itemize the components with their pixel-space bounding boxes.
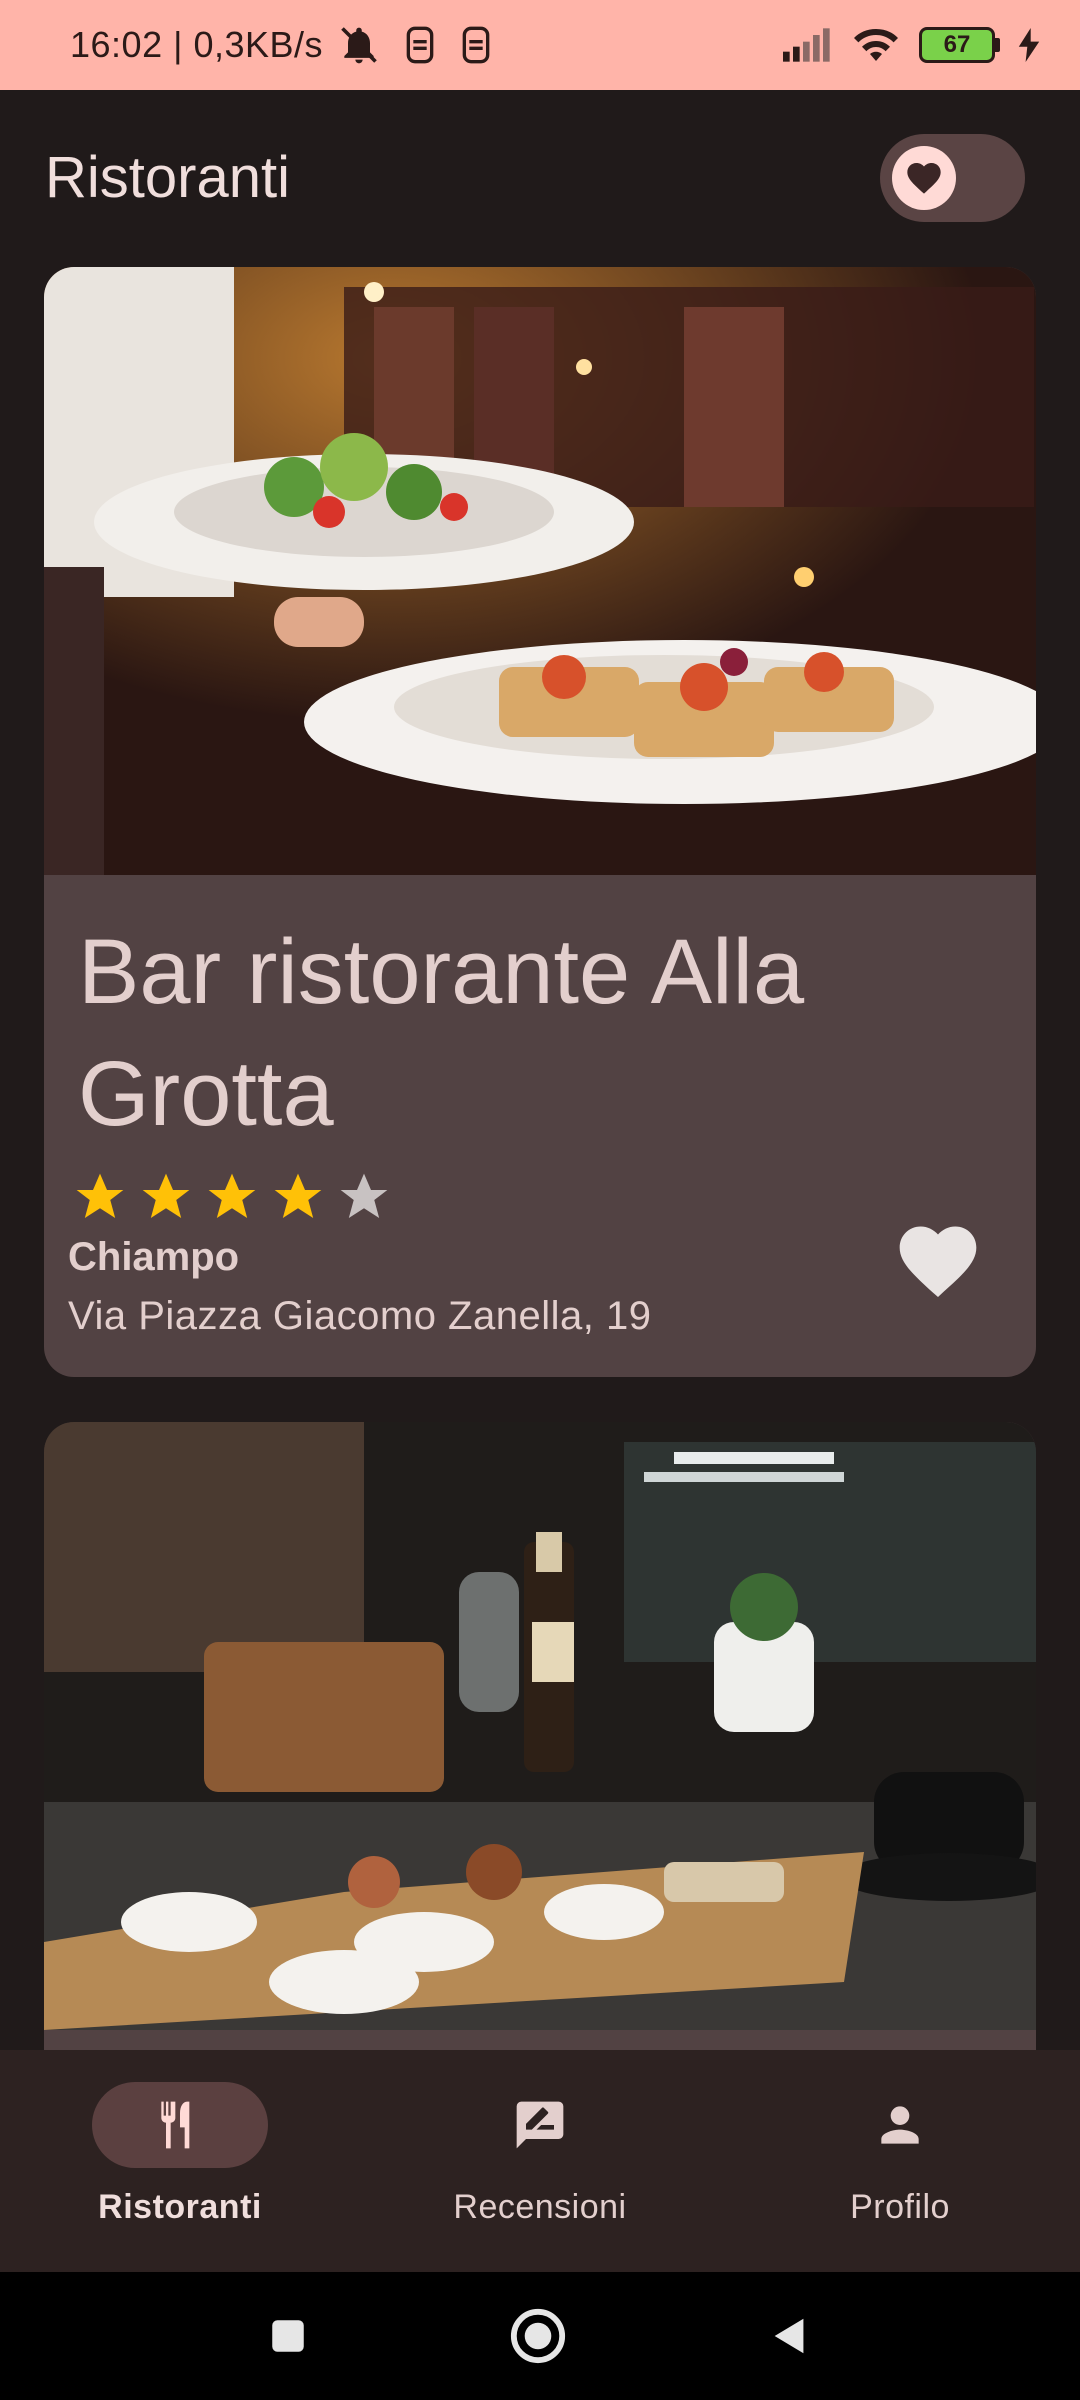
nav-pill bbox=[452, 2082, 628, 2168]
favorite-heart-icon[interactable] bbox=[892, 1215, 984, 1307]
nav-label: Ristoranti bbox=[98, 2188, 262, 2226]
restaurant-photo bbox=[44, 1422, 1036, 2030]
nav-label: Recensioni bbox=[453, 2188, 627, 2226]
status-bar: 16:02 | 0,3KB/s 67 bbox=[0, 0, 1080, 90]
app-notification-icon bbox=[406, 26, 434, 64]
nav-item-recensioni[interactable]: Recensioni bbox=[360, 2050, 720, 2272]
star-filled-icon bbox=[76, 1173, 124, 1218]
recents-button-icon[interactable] bbox=[267, 2315, 309, 2357]
star-empty-icon bbox=[340, 1173, 388, 1218]
heart-icon bbox=[907, 162, 941, 194]
nav-pill bbox=[92, 2082, 268, 2168]
battery-indicator: 67 bbox=[919, 27, 1000, 63]
top-app-bar: Ristoranti bbox=[0, 90, 1080, 265]
rating-stars bbox=[72, 1169, 1002, 1225]
person-icon bbox=[881, 2106, 919, 2144]
toggle-thumb bbox=[892, 145, 956, 210]
restaurant-card[interactable] bbox=[44, 1422, 1036, 2142]
star-filled-icon bbox=[208, 1173, 256, 1218]
wifi-icon bbox=[854, 29, 898, 61]
home-button-icon[interactable] bbox=[509, 2307, 567, 2365]
nav-item-profilo[interactable]: Profilo bbox=[720, 2050, 1080, 2272]
star-filled-icon bbox=[274, 1173, 322, 1218]
restaurant-card[interactable]: Bar ristorante Alla Grotta Chiampo Via P… bbox=[44, 267, 1036, 1377]
rate-review-icon bbox=[516, 2101, 564, 2149]
nav-pill bbox=[812, 2082, 988, 2168]
restaurant-photo bbox=[44, 267, 1036, 875]
nav-item-ristoranti[interactable]: Ristoranti bbox=[0, 2050, 360, 2272]
bottom-navigation: Ristoranti Recensioni Profilo bbox=[0, 2050, 1080, 2272]
fork-knife-icon bbox=[161, 2101, 190, 2149]
restaurant-address: Via Piazza Giacomo Zanella, 19 bbox=[68, 1294, 652, 1338]
favorites-toggle[interactable] bbox=[880, 133, 1025, 222]
bell-off-icon bbox=[341, 27, 377, 64]
system-navigation-bar bbox=[0, 2272, 1080, 2400]
page-title: Ristoranti bbox=[45, 145, 290, 210]
app-notification-icon bbox=[462, 26, 490, 64]
charging-bolt-icon bbox=[1018, 28, 1040, 62]
status-time-speed: 16:02 | 0,3KB/s bbox=[70, 24, 324, 65]
signal-icon bbox=[783, 28, 830, 62]
star-filled-icon bbox=[142, 1173, 190, 1218]
restaurant-city: Chiampo bbox=[68, 1235, 240, 1279]
back-button-icon[interactable] bbox=[767, 2313, 813, 2359]
nav-label: Profilo bbox=[850, 2188, 950, 2226]
card-body: Bar ristorante Alla Grotta Chiampo Via P… bbox=[44, 875, 1036, 1339]
battery-level: 67 bbox=[943, 31, 971, 58]
restaurant-name: Bar ristorante Alla Grotta bbox=[78, 921, 805, 1145]
